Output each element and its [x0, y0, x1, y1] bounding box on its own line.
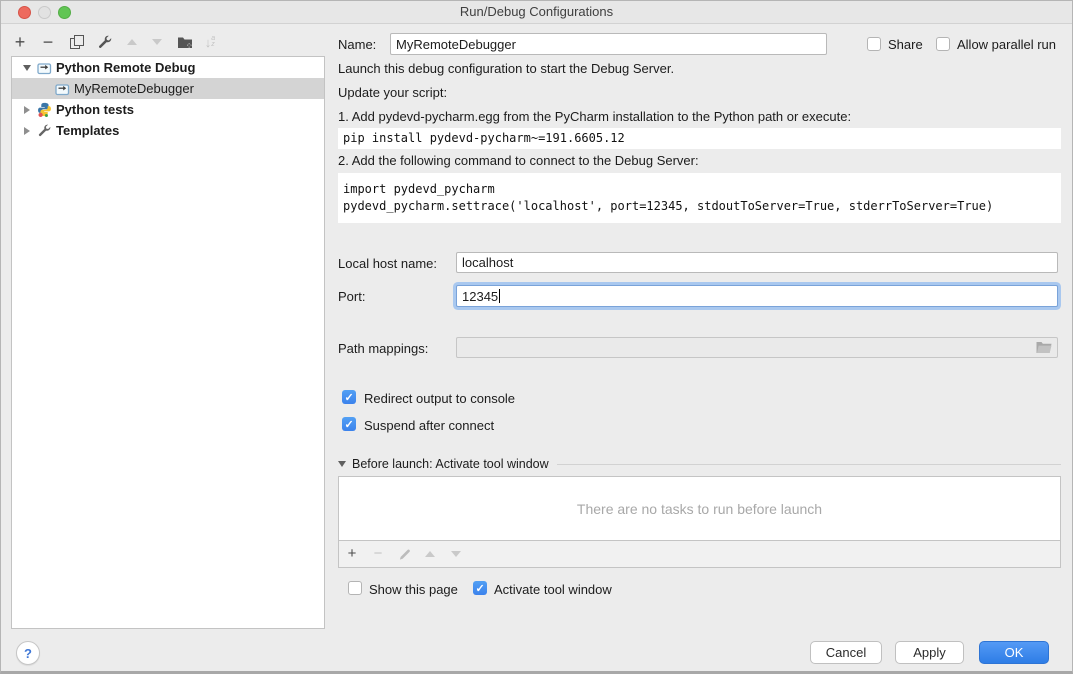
port-label: Port: [338, 289, 365, 304]
move-task-up-button[interactable] [417, 551, 443, 557]
empty-tasks-message: There are no tasks to run before launch [577, 501, 822, 517]
tree-item-label: Templates [56, 123, 119, 138]
move-down-icon [451, 551, 461, 557]
show-this-page-checkbox[interactable] [348, 581, 362, 595]
share-checkbox[interactable] [867, 37, 881, 51]
add-icon: + [348, 545, 357, 563]
before-launch-task-list[interactable]: There are no tasks to run before launch [338, 476, 1061, 541]
apply-label: Apply [913, 645, 946, 660]
before-launch-title: Before launch: Activate tool window [352, 457, 549, 471]
sort-configurations-button[interactable]: ↓az [199, 31, 221, 53]
before-launch-section-header[interactable]: Before launch: Activate tool window [338, 457, 1061, 471]
path-mappings-input[interactable] [456, 337, 1058, 358]
code-line-1: import pydevd_pycharm [343, 181, 1061, 198]
templates-wrench-icon [36, 123, 52, 139]
port-value: 12345 [462, 289, 498, 304]
expander-collapsed-icon[interactable] [22, 127, 32, 135]
share-label: Share [888, 37, 923, 52]
wrench-icon [97, 34, 113, 50]
port-input[interactable]: 12345 [456, 285, 1058, 307]
name-value: MyRemoteDebugger [396, 37, 516, 52]
remote-debug-config-icon [54, 81, 70, 97]
before-launch-toolbar: + − [338, 540, 1061, 568]
tree-item-python-tests[interactable]: Python tests [12, 99, 324, 120]
add-task-button[interactable]: + [339, 545, 365, 563]
move-up-icon [425, 551, 435, 557]
move-up-icon [127, 39, 137, 45]
section-divider [557, 464, 1061, 465]
pip-install-command[interactable]: pip install pydevd-pycharm~=191.6605.12 [338, 128, 1061, 149]
cancel-label: Cancel [826, 645, 866, 660]
instructions-line-2: Update your script: [338, 85, 447, 100]
path-mappings-label: Path mappings: [338, 341, 428, 356]
create-folder-button[interactable] [174, 31, 196, 53]
local-host-name-input[interactable]: localhost [456, 252, 1058, 273]
copy-icon [70, 35, 84, 50]
expander-collapsed-icon[interactable] [22, 106, 32, 114]
move-down-icon [152, 39, 162, 45]
activate-tool-window-label: Activate tool window [494, 582, 612, 597]
instructions-step-2: 2. Add the following command to connect … [338, 153, 699, 168]
copy-configuration-button[interactable] [66, 31, 88, 53]
new-folder-icon [177, 35, 194, 50]
text-caret [499, 289, 500, 303]
cancel-button[interactable]: Cancel [810, 641, 882, 664]
sort-alphabetically-icon: ↓az [205, 35, 215, 50]
move-task-down-button[interactable] [443, 551, 469, 557]
instructions-line-1: Launch this debug configuration to start… [338, 61, 674, 76]
allow-parallel-run-label: Allow parallel run [957, 37, 1056, 52]
tree-item-templates[interactable]: Templates [12, 120, 324, 141]
edit-task-button[interactable] [391, 548, 417, 561]
settrace-code-block[interactable]: import pydevd_pycharm pydevd_pycharm.set… [338, 173, 1061, 223]
window-title: Run/Debug Configurations [1, 4, 1072, 19]
pip-command-text: pip install pydevd-pycharm~=191.6605.12 [343, 130, 1061, 147]
edit-defaults-button[interactable] [94, 31, 116, 53]
redirect-output-label: Redirect output to console [364, 391, 515, 406]
collapse-section-icon [338, 461, 346, 467]
configurations-tree: Python Remote Debug MyRemoteDebugger [11, 56, 325, 629]
code-line-2: pydevd_pycharm.settrace('localhost', por… [343, 198, 1061, 215]
expander-expanded-icon[interactable] [22, 65, 32, 71]
remove-icon: − [43, 33, 54, 51]
instructions-step-1: 1. Add pydevd-pycharm.egg from the PyCha… [338, 109, 851, 124]
tree-item-label: MyRemoteDebugger [74, 81, 194, 96]
local-host-name-label: Local host name: [338, 256, 437, 271]
remove-configuration-button[interactable]: − [37, 31, 59, 53]
redirect-output-checkbox[interactable] [342, 390, 356, 404]
add-configuration-button[interactable]: + [9, 31, 31, 53]
help-button[interactable]: ? [16, 641, 40, 665]
ok-label: OK [1005, 645, 1024, 660]
pencil-icon [398, 548, 411, 561]
question-mark-icon: ? [24, 646, 32, 661]
suspend-after-connect-checkbox[interactable] [342, 417, 356, 431]
remote-debug-config-icon [36, 60, 52, 76]
show-this-page-label: Show this page [369, 582, 458, 597]
tree-item-label: Python Remote Debug [56, 60, 195, 75]
tree-item-label: Python tests [56, 102, 134, 117]
add-icon: + [15, 33, 26, 51]
apply-button[interactable]: Apply [895, 641, 964, 664]
browse-folder-icon[interactable] [1036, 341, 1052, 354]
suspend-after-connect-label: Suspend after connect [364, 418, 494, 433]
local-host-name-value: localhost [462, 255, 513, 270]
activate-tool-window-checkbox[interactable] [473, 581, 487, 595]
name-input[interactable]: MyRemoteDebugger [390, 33, 827, 55]
title-bar: Run/Debug Configurations [1, 1, 1072, 24]
tree-item-myremotedebugger-selected[interactable]: MyRemoteDebugger [12, 78, 324, 99]
allow-parallel-run-checkbox[interactable] [936, 37, 950, 51]
name-label: Name: [338, 37, 376, 52]
remove-icon: − [374, 545, 383, 563]
move-up-button[interactable] [121, 31, 143, 53]
ok-button[interactable]: OK [979, 641, 1049, 664]
run-debug-configurations-dialog: Run/Debug Configurations + − ↓az [0, 0, 1073, 674]
python-tests-icon [36, 102, 52, 118]
move-down-button[interactable] [146, 31, 168, 53]
remove-task-button[interactable]: − [365, 545, 391, 563]
tree-item-python-remote-debug[interactable]: Python Remote Debug [12, 57, 324, 78]
